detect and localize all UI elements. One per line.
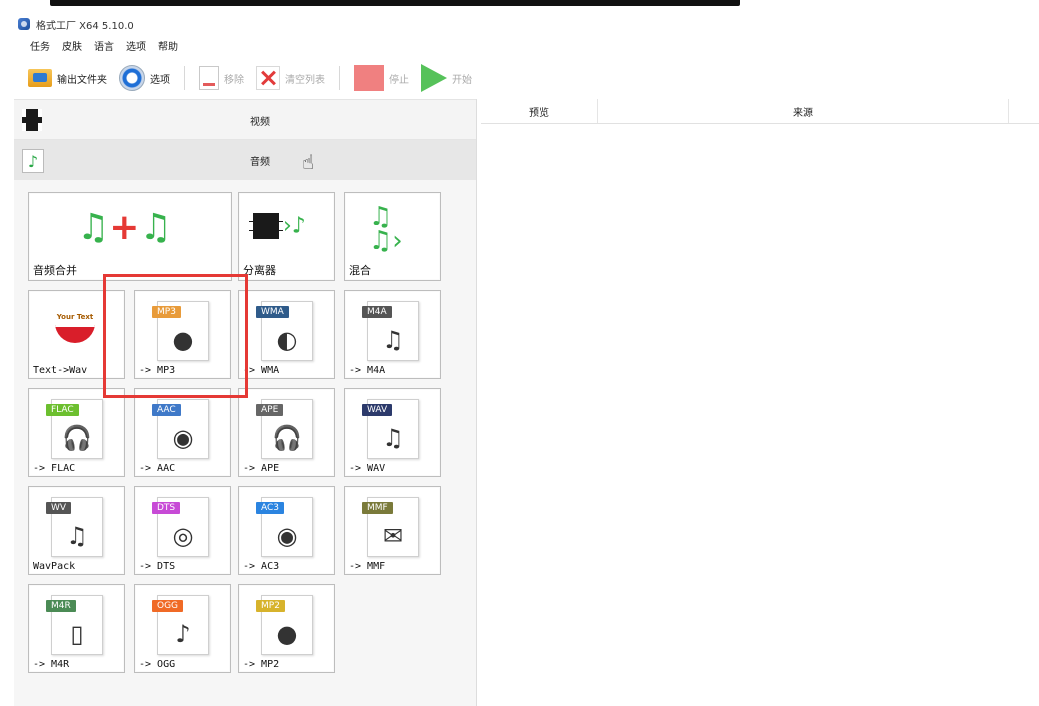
wav-file-icon: WAV ♫	[362, 399, 419, 459]
task-list-panel: 预览 来源	[481, 99, 1039, 706]
format-badge: OGG	[152, 600, 184, 612]
format-badge: MMF	[362, 502, 393, 514]
output-folder-button[interactable]: 输出文件夹	[26, 64, 109, 92]
audio-merge-icon: ♫+♫	[77, 207, 172, 248]
film-icon	[22, 109, 42, 131]
tool-tile[interactable]: WMA ◐ -> WMA	[238, 290, 335, 379]
tool-tile[interactable]: M4A ♫ -> M4A	[344, 290, 441, 379]
tool-tile[interactable]: M4R ▯ -> M4R	[28, 584, 125, 673]
tool-tile[interactable]: AAC ◉ -> AAC	[134, 388, 231, 477]
format-badge: APE	[256, 404, 284, 416]
text-to-speech-icon: Your Text	[51, 313, 99, 343]
ac3-file-icon: AC3 ◉	[256, 497, 313, 557]
folder-icon	[28, 69, 52, 87]
tool-label: -> AC3	[243, 561, 280, 572]
play-icon	[421, 64, 447, 92]
aac-file-icon: AAC ◉	[152, 399, 209, 459]
clear-list-button[interactable]: 清空列表	[254, 64, 327, 92]
menu-item-help[interactable]: 帮助	[158, 38, 178, 56]
format-badge: MP2	[256, 600, 285, 612]
format-badge: WMA	[256, 306, 289, 318]
tool-tile[interactable]: WV ♫ WavPack	[28, 486, 125, 575]
mp2-file-icon: MP2 ●	[256, 595, 313, 655]
cropped-caption-strip	[0, 0, 1039, 12]
menu-item-language[interactable]: 语言	[94, 38, 114, 56]
tool-label: 音频合并	[33, 264, 77, 277]
format-badge: WV	[46, 502, 72, 514]
hand-cursor-icon: ☝	[302, 150, 315, 174]
format-badge: FLAC	[46, 404, 79, 416]
menu-item-options[interactable]: 选项	[126, 38, 146, 56]
ape-file-icon: APE 🎧	[256, 399, 313, 459]
format-badge: M4R	[46, 600, 76, 612]
mmf-file-icon: MMF ✉	[362, 497, 419, 557]
dts-file-icon: DTS ◎	[152, 497, 209, 557]
tool-label: -> DTS	[139, 561, 176, 572]
tool-label: -> M4R	[33, 659, 70, 670]
menu-bar: 任务 皮肤 语言 选项 帮助	[30, 38, 178, 56]
tool-label: -> MP2	[243, 659, 280, 670]
title-bar: 格式工厂 X64 5.10.0	[18, 14, 134, 34]
tool-label: WavPack	[33, 561, 76, 572]
menu-item-skin[interactable]: 皮肤	[62, 38, 82, 56]
category-audio[interactable]: ♪ 音频	[14, 139, 476, 180]
tool-tile[interactable]: ♫ ♫› 混合	[344, 192, 441, 281]
stop-icon	[354, 65, 384, 91]
tool-label: Text->Wav	[33, 365, 88, 376]
options-icon	[119, 65, 145, 91]
tool-tile[interactable]: ›♪ 分离器	[238, 192, 335, 281]
app-icon	[18, 18, 30, 30]
tool-label: -> OGG	[139, 659, 176, 670]
tool-label: -> FLAC	[33, 463, 76, 474]
tool-label: -> AAC	[139, 463, 176, 474]
window-title: 格式工厂 X64 5.10.0	[36, 20, 134, 32]
tool-label: -> APE	[243, 463, 280, 474]
tool-label: -> WMA	[243, 365, 280, 376]
column-header-extra	[1009, 99, 1039, 123]
format-badge: M4A	[362, 306, 392, 318]
m4r-file-icon: M4R ▯	[46, 595, 103, 655]
tool-tile[interactable]: FLAC 🎧 -> FLAC	[28, 388, 125, 477]
tool-tile[interactable]: WAV ♫ -> WAV	[344, 388, 441, 477]
highlight-box	[103, 274, 248, 398]
tool-tile[interactable]: OGG ♪ -> OGG	[134, 584, 231, 673]
format-badge: WAV	[362, 404, 393, 416]
tool-tile[interactable]: MMF ✉ -> MMF	[344, 486, 441, 575]
music-note-icon: ♪	[22, 149, 44, 173]
toolbar: 输出文件夹 选项 移除 清空列表 停止 开始	[26, 62, 474, 94]
tool-label: -> WAV	[349, 463, 386, 474]
toolbar-divider	[339, 66, 340, 90]
tool-label: 混合	[349, 264, 371, 277]
tool-tile[interactable]: DTS ◎ -> DTS	[134, 486, 231, 575]
menu-item-task[interactable]: 任务	[30, 38, 50, 56]
column-header-preview[interactable]: 预览	[481, 99, 598, 123]
format-badge: DTS	[152, 502, 181, 514]
splitter-icon: ›♪	[249, 213, 306, 239]
options-button[interactable]: 选项	[117, 64, 172, 92]
category-video[interactable]: 视频	[14, 99, 476, 140]
flac-file-icon: FLAC 🎧	[46, 399, 103, 459]
column-header-source[interactable]: 来源	[598, 99, 1009, 123]
tool-tile[interactable]: APE 🎧 -> APE	[238, 388, 335, 477]
wavpack-file-icon: WV ♫	[46, 497, 103, 557]
start-button[interactable]: 开始	[419, 64, 474, 92]
toolbar-divider	[184, 66, 185, 90]
tool-label: -> MMF	[349, 561, 386, 572]
wma-file-icon: WMA ◐	[256, 301, 313, 361]
clear-list-icon	[256, 66, 280, 90]
tool-tile[interactable]: AC3 ◉ -> AC3	[238, 486, 335, 575]
format-badge: AC3	[256, 502, 285, 514]
tool-label: -> M4A	[349, 365, 386, 376]
tool-tile[interactable]: ♫+♫ 音频合并	[28, 192, 232, 281]
m4a-file-icon: M4A ♫	[362, 301, 419, 361]
remove-button[interactable]: 移除	[197, 64, 246, 92]
ogg-file-icon: OGG ♪	[152, 595, 209, 655]
remove-document-icon	[199, 66, 219, 90]
format-badge: AAC	[152, 404, 181, 416]
stop-button[interactable]: 停止	[352, 64, 411, 92]
tool-tile[interactable]: MP2 ● -> MP2	[238, 584, 335, 673]
task-table-header: 预览 来源	[481, 99, 1039, 124]
task-sidebar: 视频 ♪ 音频 ♫+♫ 音频合并 ›♪ 分离器 ♫ ♫› 混合 Your Text Text->…	[14, 99, 477, 706]
mix-icon: ♫ ♫›	[369, 202, 403, 256]
